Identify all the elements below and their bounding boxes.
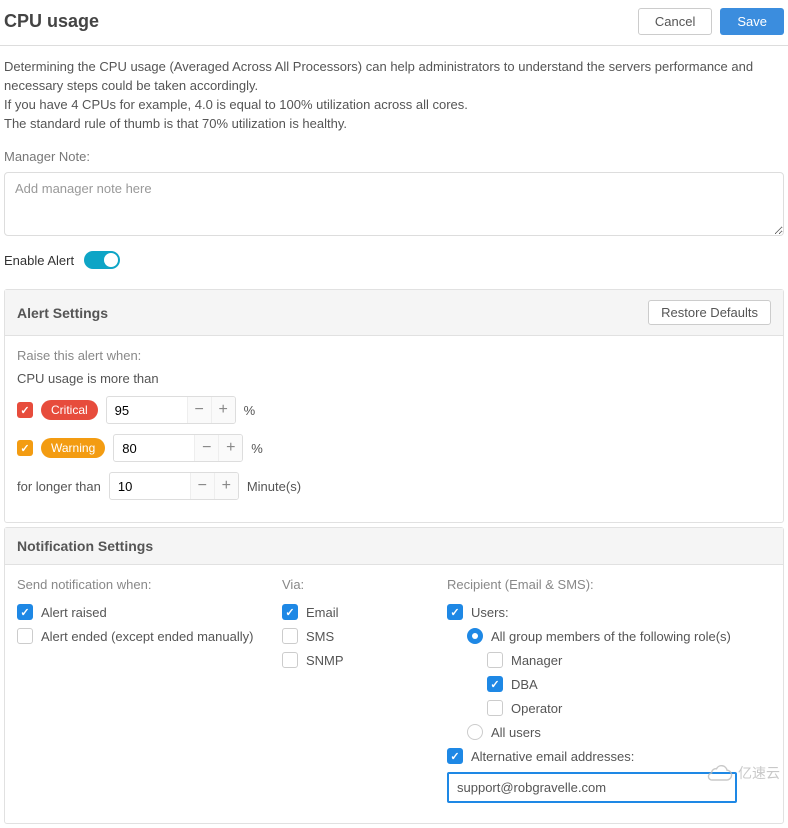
group-members-label: All group members of the following role(… <box>491 629 731 644</box>
notification-settings-panel: Notification Settings Send notification … <box>4 527 784 824</box>
group-members-radio[interactable] <box>467 628 483 644</box>
plus-icon[interactable]: + <box>211 396 235 424</box>
alert-settings-title: Alert Settings <box>17 305 108 321</box>
duration-value-input[interactable] <box>110 475 190 498</box>
all-users-label: All users <box>491 725 541 740</box>
enable-alert-toggle[interactable] <box>84 251 120 269</box>
save-button[interactable]: Save <box>720 8 784 35</box>
via-snmp-checkbox[interactable] <box>282 652 298 668</box>
plus-icon[interactable]: + <box>214 472 238 500</box>
users-label: Users: <box>471 605 509 620</box>
critical-badge: Critical <box>41 400 98 420</box>
alt-email-checkbox[interactable] <box>447 748 463 764</box>
warning-value-input[interactable] <box>114 437 194 460</box>
role-dba-checkbox[interactable] <box>487 676 503 692</box>
warning-badge: Warning <box>41 438 105 458</box>
role-dba-label: DBA <box>511 677 538 692</box>
minus-icon[interactable]: − <box>187 396 211 424</box>
duration-unit: Minute(s) <box>247 479 301 494</box>
manager-note-input[interactable] <box>4 172 784 236</box>
warning-unit: % <box>251 441 263 456</box>
minus-icon[interactable]: − <box>190 472 214 500</box>
description-line: The standard rule of thumb is that 70% u… <box>4 115 784 134</box>
all-users-radio[interactable] <box>467 724 483 740</box>
critical-checkbox[interactable] <box>17 402 33 418</box>
users-checkbox[interactable] <box>447 604 463 620</box>
alt-email-label: Alternative email addresses: <box>471 749 634 764</box>
critical-unit: % <box>244 403 256 418</box>
cloud-icon <box>706 764 734 782</box>
via-email-checkbox[interactable] <box>282 604 298 620</box>
alert-settings-panel: Alert Settings Restore Defaults Raise th… <box>4 289 784 523</box>
via-sms-label: SMS <box>306 629 334 644</box>
notification-settings-title: Notification Settings <box>17 538 153 554</box>
cancel-button[interactable]: Cancel <box>638 8 712 35</box>
enable-alert-label: Enable Alert <box>4 253 74 268</box>
critical-value-input[interactable] <box>107 399 187 422</box>
via-sms-checkbox[interactable] <box>282 628 298 644</box>
restore-defaults-button[interactable]: Restore Defaults <box>648 300 771 325</box>
recipient-title: Recipient (Email & SMS): <box>447 577 771 592</box>
alert-raised-label: Alert raised <box>41 605 107 620</box>
header-buttons: Cancel Save <box>638 8 784 35</box>
alt-email-input[interactable] <box>447 772 737 803</box>
alert-ended-label: Alert ended (except ended manually) <box>41 629 253 644</box>
manager-note-label: Manager Note: <box>4 149 784 164</box>
condition-label: CPU usage is more than <box>17 371 771 386</box>
alert-raised-checkbox[interactable] <box>17 604 33 620</box>
minus-icon[interactable]: − <box>194 434 218 462</box>
role-operator-label: Operator <box>511 701 562 716</box>
raise-alert-label: Raise this alert when: <box>17 348 771 363</box>
alert-ended-checkbox[interactable] <box>17 628 33 644</box>
role-manager-label: Manager <box>511 653 562 668</box>
warning-value-stepper[interactable]: − + <box>113 434 243 462</box>
description-line: Determining the CPU usage (Averaged Acro… <box>4 58 784 96</box>
send-when-title: Send notification when: <box>17 577 257 592</box>
watermark: 亿速云 <box>706 763 780 783</box>
via-email-label: Email <box>306 605 339 620</box>
role-manager-checkbox[interactable] <box>487 652 503 668</box>
warning-checkbox[interactable] <box>17 440 33 456</box>
critical-value-stepper[interactable]: − + <box>106 396 236 424</box>
plus-icon[interactable]: + <box>218 434 242 462</box>
page-title: CPU usage <box>4 11 99 32</box>
description-line: If you have 4 CPUs for example, 4.0 is e… <box>4 96 784 115</box>
role-operator-checkbox[interactable] <box>487 700 503 716</box>
via-title: Via: <box>282 577 422 592</box>
duration-prefix: for longer than <box>17 479 101 494</box>
duration-value-stepper[interactable]: − + <box>109 472 239 500</box>
description-block: Determining the CPU usage (Averaged Acro… <box>0 46 788 141</box>
via-snmp-label: SNMP <box>306 653 344 668</box>
